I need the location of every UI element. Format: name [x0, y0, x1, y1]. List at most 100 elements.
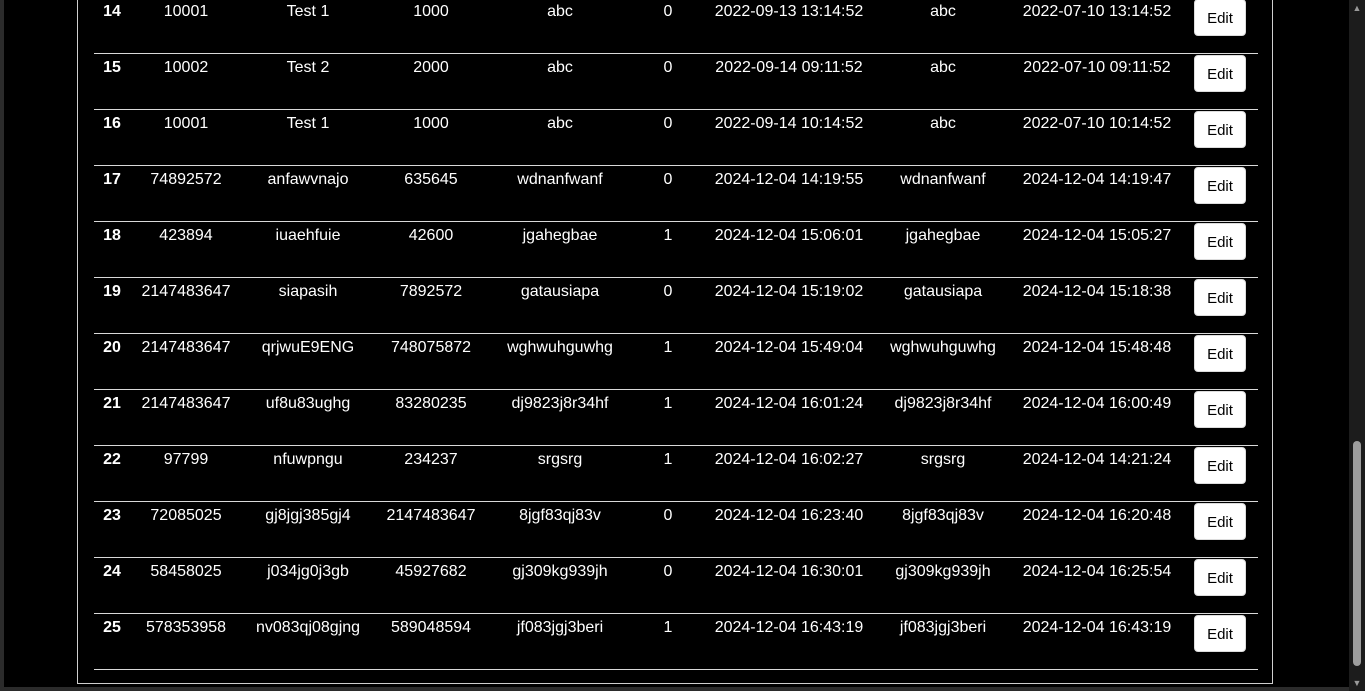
edit-button[interactable]: Edit [1194, 167, 1246, 204]
edit-button[interactable]: Edit [1194, 223, 1246, 260]
table-cell: dj9823j8r34hf [488, 389, 632, 446]
record-status: 0 [663, 171, 673, 188]
table-cell: 2024-12-04 16:02:27 [704, 445, 874, 502]
record-status: 1 [663, 395, 673, 412]
edit-button[interactable]: Edit [1194, 615, 1246, 652]
table-cell: 10001 [130, 0, 242, 54]
table-cell: 97799 [130, 445, 242, 502]
record-datetime-2: 2024-12-04 14:19:47 [1022, 171, 1172, 188]
edit-button[interactable]: Edit [1194, 503, 1246, 540]
record-field-3: 234237 [404, 451, 458, 468]
table-cell-actions: Edit [1182, 333, 1258, 390]
table-cell: srgsrg [488, 445, 632, 502]
table-row: 17 74892572 anfawvnajo 635645 wdnanfwanf 0 202… [94, 165, 1258, 222]
record-field-5: wghwuhguwhg [890, 339, 996, 356]
table-cell: 2024-12-04 15:19:02 [704, 277, 874, 334]
table-cell: 74892572 [130, 165, 242, 222]
record-field-2: anfawvnajo [267, 171, 349, 188]
record-field-2: Test 1 [286, 115, 330, 132]
edit-button[interactable]: Edit [1194, 391, 1246, 428]
edit-button[interactable]: Edit [1194, 279, 1246, 316]
table-cell-actions: Edit [1182, 613, 1258, 670]
scrollbar-thumb[interactable] [1353, 441, 1361, 666]
table-cell: 2000 [374, 53, 488, 110]
record-field-4: jgahegbae [522, 227, 598, 244]
table-cell: siapasih [242, 277, 374, 334]
table-cell: iuaehfuie [242, 221, 374, 278]
table-cell-actions: Edit [1182, 445, 1258, 502]
table-cell: 2024-12-04 16:23:40 [704, 501, 874, 558]
record-datetime-2: 2024-12-04 16:25:54 [1022, 563, 1172, 580]
record-field-1: 578353958 [145, 619, 227, 636]
table-cell: 234237 [374, 445, 488, 502]
vertical-scrollbar[interactable]: ▲ ▼ [1349, 0, 1365, 691]
table-cell: jgahegbae [488, 221, 632, 278]
record-field-4: jf083jgj3beri [516, 619, 604, 636]
table-cell: 2024-12-04 15:49:04 [704, 333, 874, 390]
table-cell: abc [874, 53, 1012, 110]
table-cell: 10001 [130, 109, 242, 166]
table-cell: 2024-12-04 14:19:55 [704, 165, 874, 222]
table-cell: 21 [94, 389, 130, 446]
record-field-3: 42600 [408, 227, 454, 244]
edit-button[interactable]: Edit [1194, 111, 1246, 148]
table-cell-actions: Edit [1182, 0, 1258, 54]
table-cell: 2024-12-04 14:19:47 [1012, 165, 1182, 222]
table-cell-actions: Edit [1182, 165, 1258, 222]
table-cell: anfawvnajo [242, 165, 374, 222]
table-cell: 0 [632, 0, 704, 54]
record-field-3: 7892572 [399, 283, 463, 300]
table-cell: Test 1 [242, 0, 374, 54]
table-cell: 2024-12-04 16:43:19 [1012, 613, 1182, 670]
edit-button[interactable]: Edit [1194, 447, 1246, 484]
table-row: 24 58458025 j034jg0j3gb 45927682 gj309kg939j… [94, 557, 1258, 614]
scroll-up-arrow-icon[interactable]: ▲ [1349, 0, 1365, 16]
table-cell: 2022-09-14 10:14:52 [704, 109, 874, 166]
table-cell: 589048594 [374, 613, 488, 670]
record-datetime-2: 2024-12-04 16:20:48 [1022, 507, 1172, 524]
record-field-4: gatausiapa [520, 283, 600, 300]
record-field-3: 45927682 [395, 563, 467, 580]
table-cell: jgahegbae [874, 221, 1012, 278]
record-field-3: 2000 [413, 59, 449, 76]
table-cell-actions: Edit [1182, 389, 1258, 446]
table-cell: 2022-07-10 10:14:52 [1012, 109, 1182, 166]
table-cell-actions: Edit [1182, 501, 1258, 558]
table-cell: 20 [94, 333, 130, 390]
record-datetime-2: 2022-07-10 13:14:52 [1022, 3, 1172, 20]
record-status: 0 [663, 3, 673, 20]
scroll-down-arrow-icon[interactable]: ▼ [1349, 675, 1365, 691]
edit-button[interactable]: Edit [1194, 335, 1246, 372]
edit-button[interactable]: Edit [1194, 559, 1246, 596]
table-cell: 45927682 [374, 557, 488, 614]
table-cell: 2024-12-04 15:18:38 [1012, 277, 1182, 334]
record-status: 1 [663, 339, 673, 356]
record-status: 1 [663, 227, 673, 244]
table-cell: 635645 [374, 165, 488, 222]
table-cell: gatausiapa [874, 277, 1012, 334]
table-row: 18 423894 iuaehfuie 42600 jgahegbae 1 2024-12-… [94, 221, 1258, 278]
table-cell: dj9823j8r34hf [874, 389, 1012, 446]
table-cell: 2147483647 [130, 333, 242, 390]
table-cell: jf083jgj3beri [874, 613, 1012, 670]
edit-button[interactable]: Edit [1194, 55, 1246, 92]
record-field-1: 423894 [159, 227, 213, 244]
record-field-1: 74892572 [150, 171, 222, 188]
record-datetime-1: 2024-12-04 15:06:01 [714, 227, 864, 244]
table-cell: 24 [94, 557, 130, 614]
record-field-1: 10002 [163, 59, 209, 76]
record-id: 23 [103, 507, 121, 524]
table-row: 22 97799 nfuwpngu 234237 srgsrg 1 2024-12-04 1… [94, 445, 1258, 502]
table-cell: 2147483647 [130, 389, 242, 446]
record-field-2: gj8jgj385gj4 [265, 507, 351, 524]
record-field-1: 2147483647 [141, 283, 231, 300]
record-field-4: 8jgf83qj83v [519, 507, 601, 524]
record-field-5: abc [930, 59, 956, 76]
record-field-5: gj309kg939jh [895, 563, 991, 580]
table-cell: wghwuhguwhg [488, 333, 632, 390]
table-row: 23 72085025 gj8jgj385gj4 2147483647 8jgf83qj… [94, 501, 1258, 558]
table-cell: 2022-07-10 09:11:52 [1012, 53, 1182, 110]
edit-button[interactable]: Edit [1194, 0, 1246, 36]
record-datetime-2: 2024-12-04 15:18:38 [1022, 283, 1172, 300]
record-field-2: iuaehfuie [275, 227, 341, 244]
